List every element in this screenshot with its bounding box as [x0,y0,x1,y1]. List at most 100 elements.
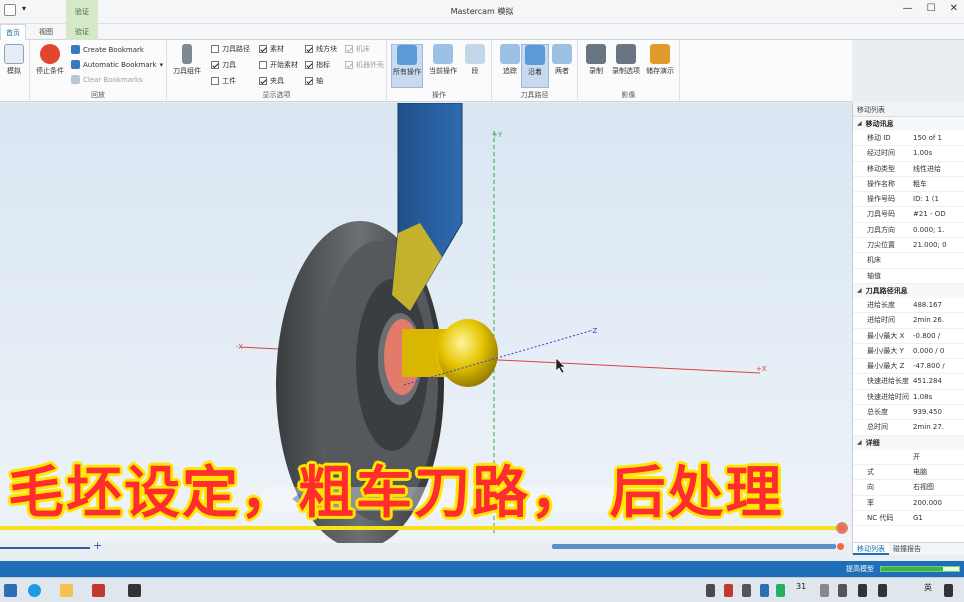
checkbox[interactable] [259,61,267,69]
property-row[interactable]: 总长度 939.450 [853,405,964,421]
minimize-icon[interactable]: — [903,3,913,14]
section-move-info[interactable]: ◢ 移动讯息 [853,117,964,131]
tab-move-list[interactable]: 移动列表 [853,543,889,555]
tray-app-icon[interactable] [776,584,785,597]
tab-collision-report[interactable]: 碰撞报告 [889,543,925,555]
follow-button[interactable]: 沿着 [521,44,549,88]
collapse-icon[interactable]: ◢ [857,284,862,298]
checkbox[interactable] [305,45,313,53]
property-key: 刀具号码 [867,210,895,219]
save-demo-label: 储存演示 [646,67,674,75]
mastercam-icon[interactable] [92,584,105,597]
property-row[interactable]: 操作号码 ID: 1 (1 [853,192,964,208]
simulate-button[interactable]: 模拟 [0,44,28,76]
opt-fixture[interactable]: 夹具 [259,76,284,86]
checkbox[interactable] [305,77,313,85]
checkbox[interactable] [259,77,267,85]
segment-button[interactable]: 段 [459,44,491,76]
property-row[interactable]: 式 电脑 [853,465,964,481]
checkbox[interactable] [259,45,267,53]
stop-icon [40,44,60,64]
opt-initial-stock[interactable]: 开始素材 [259,60,298,70]
ime-indicator[interactable]: 英 [924,582,932,593]
all-operations-button[interactable]: 所有操作 [391,44,423,88]
section-detail[interactable]: ◢ 详细 [853,435,964,450]
record-options-button[interactable]: 录制选项 [610,44,642,76]
tray-calendar[interactable]: 31 [796,582,806,591]
record-button[interactable]: 录制 [580,44,612,76]
opt-wireframe[interactable]: 线方块 [305,44,337,54]
opt-axes[interactable]: 轴 [305,76,323,86]
property-row[interactable]: 机床 [853,253,964,269]
current-operation-button[interactable]: 当前操作 [427,44,459,76]
property-row[interactable]: 移动 ID 150 of 1 [853,131,964,147]
tool-assembly-button[interactable]: 刀具组件 [171,44,203,76]
opt-toolpath[interactable]: 刀具路径 [211,44,250,54]
property-row[interactable]: 移动类型 线性进给 [853,162,964,177]
monitor-icon [4,44,24,64]
checkbox[interactable] [305,61,313,69]
save-demo-button[interactable]: 储存演示 [644,44,676,76]
tray-app-icon[interactable] [820,584,829,597]
property-row[interactable]: 总时间 2min 27. [853,420,964,436]
speed-plus-icon[interactable]: + [93,539,102,552]
speed-track[interactable] [0,547,90,549]
tab-home[interactable]: 首页 [0,24,26,40]
collapse-icon[interactable]: ◢ [857,436,862,450]
property-row[interactable]: 刀具方向 0.000; 1. [853,223,964,239]
tab-verify[interactable]: 验证 [66,24,98,40]
property-row[interactable]: 最小/最大 Z -47.800 / [853,359,964,375]
tray-app-icon[interactable] [742,584,751,597]
opt-workpiece[interactable]: 工件 [211,76,236,86]
close-icon[interactable]: ✕ [950,3,958,14]
checkbox[interactable] [211,45,219,53]
property-row[interactable]: NC 代码 G1 [853,511,964,527]
property-value: 451.284 [913,377,942,386]
volume-icon[interactable] [858,584,867,597]
status-text: 提高模型 [846,565,874,573]
tab-view[interactable]: 视图 [30,24,62,40]
opt-indicator[interactable]: 指标 [305,60,330,70]
automatic-bookmark-button[interactable]: Automatic Bookmark ▾ [71,60,163,69]
stop-conditions-button[interactable]: 停止条件 [34,44,66,76]
tray-app-icon[interactable] [760,584,769,597]
both-button[interactable]: 两者 [548,44,576,76]
timeline-handle[interactable] [836,522,848,534]
section-toolpath-info[interactable]: ◢ 刀具路径讯息 [853,283,964,298]
clear-bookmarks-button[interactable]: Clear Bookmarks [71,75,143,84]
opt-tool[interactable]: 刀具 [211,60,236,70]
property-row[interactable]: 刀尖位置 21.000; 0 [853,238,964,254]
property-row[interactable]: 最小/最大 Y 0.000 / 0 [853,344,964,360]
folder-icon[interactable] [60,584,73,597]
property-row[interactable]: 快速进给长度 451.284 [853,374,964,390]
checkbox[interactable] [211,77,219,85]
checkbox[interactable] [211,61,219,69]
ime-mode-icon[interactable] [944,584,953,597]
wifi-icon[interactable] [878,584,887,597]
property-row[interactable]: 经过时间 1.00s [853,146,964,162]
tray-app-icon[interactable] [706,584,715,597]
create-bookmark-button[interactable]: Create Bookmark [71,45,144,54]
edge-icon[interactable] [28,584,41,597]
property-row[interactable]: 刀具号码 #21 - OD [853,207,964,223]
tray-app-icon[interactable] [724,584,733,597]
property-row[interactable]: 最小/最大 X -0.800 / [853,329,964,344]
network-icon[interactable] [838,584,847,597]
property-row[interactable]: 操作名称 粗车 [853,177,964,193]
property-row[interactable]: 轴值 [853,269,964,284]
opt-stock[interactable]: 素材 [259,44,284,54]
collapse-icon[interactable]: ◢ [857,117,862,131]
property-row[interactable]: 快速进给时间 1.08s [853,390,964,406]
opt-label: 刀具 [222,61,236,69]
camera-app-icon[interactable] [128,584,141,597]
start-icon[interactable] [4,584,17,597]
progress-handle[interactable] [837,543,844,550]
property-row[interactable]: 率 200.000 [853,496,964,511]
property-value: 粗车 [913,179,927,188]
property-row[interactable]: 向 右视图 [853,480,964,496]
property-row[interactable]: 进给时间 2min 26. [853,313,964,329]
maximize-icon[interactable]: ☐ [927,3,936,14]
progress-track[interactable] [552,544,836,549]
property-row[interactable]: 进给长度 488.167 [853,298,964,314]
property-row[interactable]: 开 [853,450,964,465]
